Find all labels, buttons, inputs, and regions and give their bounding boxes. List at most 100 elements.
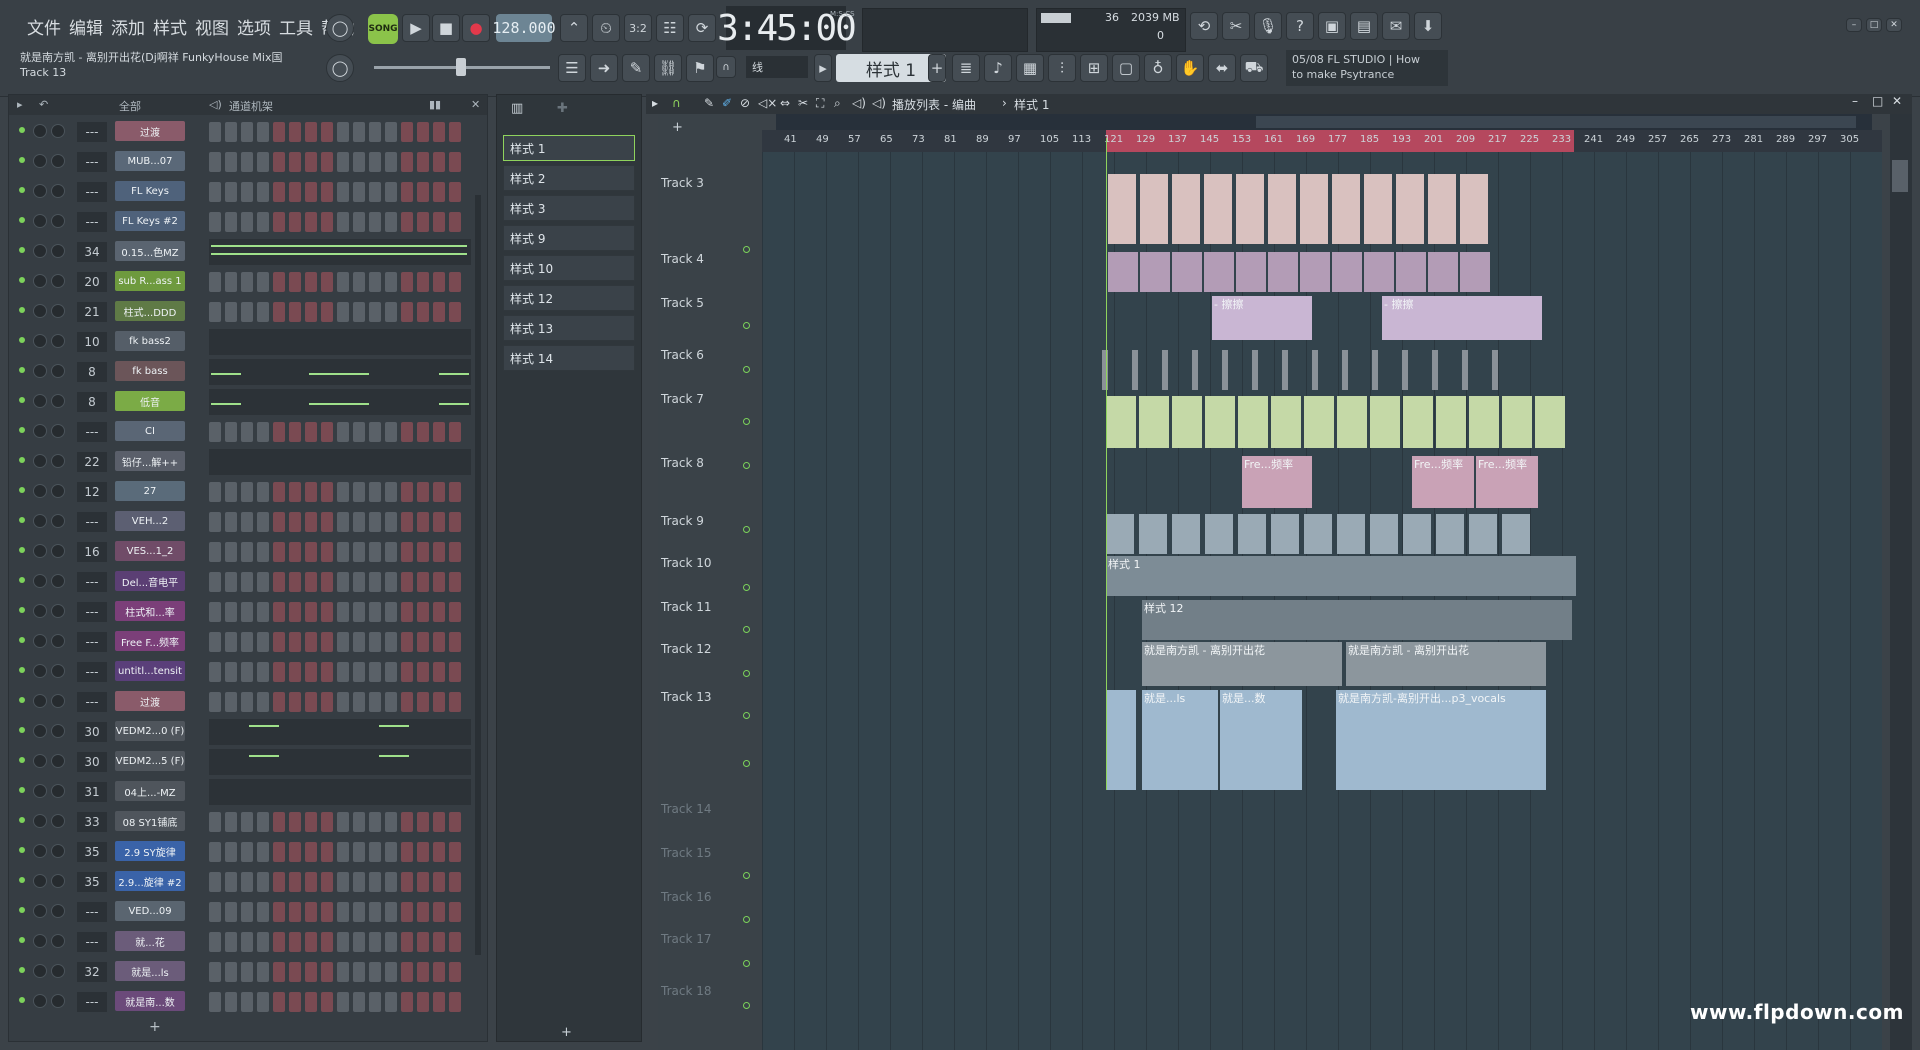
channel-name-button[interactable]: 就是...ls — [115, 961, 185, 981]
track-name[interactable]: Track 16 — [661, 890, 711, 904]
step-button[interactable] — [337, 512, 349, 532]
track-name[interactable]: Track 8 — [661, 456, 704, 470]
channel-pan-knob[interactable] — [33, 904, 47, 918]
step-button[interactable] — [401, 152, 413, 172]
step-button[interactable] — [305, 542, 317, 562]
step-edit-icon[interactable]: ☷ — [656, 14, 684, 42]
step-button[interactable] — [353, 842, 365, 862]
channel-name-button[interactable]: FL Keys #2 — [115, 211, 185, 231]
step-button[interactable] — [257, 482, 269, 502]
channel-pan-knob[interactable] — [33, 424, 47, 438]
channel-row[interactable]: 35 2.9 SY旋律 — [9, 837, 487, 865]
step-button[interactable] — [209, 542, 221, 562]
export-icon[interactable]: ⬇ — [1414, 12, 1442, 40]
render-icon[interactable]: ▤ — [1350, 12, 1378, 40]
channel-pan-knob[interactable] — [33, 964, 47, 978]
mixer-track-number[interactable]: 8 — [77, 362, 107, 382]
step-button[interactable] — [273, 272, 285, 292]
channel-enable-led[interactable] — [19, 547, 25, 553]
step-button[interactable] — [273, 152, 285, 172]
audio-clip[interactable] — [1403, 514, 1431, 554]
step-button[interactable] — [449, 932, 461, 952]
step-button[interactable] — [209, 692, 221, 712]
picker-audio-icon[interactable]: ✚ — [557, 101, 568, 116]
step-button[interactable] — [241, 962, 253, 982]
step-button[interactable] — [305, 122, 317, 142]
mixer-track-number[interactable]: 21 — [77, 302, 107, 322]
step-button[interactable] — [273, 572, 285, 592]
automation-clip[interactable] — [1252, 350, 1258, 390]
step-button[interactable] — [225, 512, 237, 532]
channel-name-button[interactable]: 柱式...DDD — [115, 301, 185, 321]
channel-row[interactable]: --- Del...音电平 — [9, 567, 487, 595]
record-button[interactable]: ● — [462, 14, 490, 42]
plugin-icon[interactable]: ♁ — [1144, 54, 1172, 82]
step-button[interactable] — [289, 962, 301, 982]
automation-clip[interactable] — [1432, 350, 1438, 390]
audio-clip[interactable]: 就是南方凯-离别开出...p3_vocals — [1336, 690, 1546, 790]
browser-icon[interactable]: ⊞ — [1080, 54, 1108, 82]
step-button[interactable] — [369, 182, 381, 202]
step-button[interactable] — [209, 422, 221, 442]
step-button[interactable] — [401, 842, 413, 862]
step-button[interactable] — [417, 422, 429, 442]
menu-options[interactable]: 选项 — [234, 12, 274, 41]
channel-volume-knob[interactable] — [51, 754, 65, 768]
channel-name-button[interactable]: CI — [115, 421, 185, 441]
step-button[interactable] — [369, 542, 381, 562]
channel-volume-knob[interactable] — [51, 154, 65, 168]
channel-name-button[interactable]: VEDM2...0 (F) — [115, 721, 185, 741]
channel-volume-knob[interactable] — [51, 694, 65, 708]
step-button[interactable] — [449, 602, 461, 622]
step-button[interactable] — [369, 512, 381, 532]
step-button[interactable] — [433, 602, 445, 622]
automation-clip[interactable] — [1192, 350, 1198, 390]
pattern-clip[interactable] — [1460, 252, 1490, 292]
menu-edit[interactable]: 编辑 — [66, 12, 106, 41]
delete-tool-icon[interactable]: ⊘ — [740, 96, 750, 110]
channel-enable-led[interactable] — [19, 217, 25, 223]
step-button[interactable] — [433, 962, 445, 982]
channel-row[interactable]: 32 就是...ls — [9, 957, 487, 985]
mixer-track-number[interactable]: --- — [77, 212, 107, 232]
pattern-clip[interactable] — [1300, 252, 1330, 292]
link-icon[interactable]: ⛓ — [654, 54, 682, 82]
step-button[interactable] — [289, 422, 301, 442]
step-button[interactable] — [225, 422, 237, 442]
step-button[interactable] — [321, 932, 333, 952]
channel-enable-led[interactable] — [19, 847, 25, 853]
add-track-icon[interactable]: + — [672, 120, 683, 135]
channel-row[interactable]: --- 过渡 — [9, 117, 487, 145]
step-button[interactable] — [401, 272, 413, 292]
step-button[interactable] — [305, 932, 317, 952]
step-button[interactable] — [337, 602, 349, 622]
audio-clip[interactable] — [1502, 514, 1530, 554]
step-button[interactable] — [209, 302, 221, 322]
channel-enable-led[interactable] — [19, 757, 25, 763]
channel-pan-knob[interactable] — [33, 874, 47, 888]
step-button[interactable] — [209, 152, 221, 172]
channel-enable-led[interactable] — [19, 397, 25, 403]
channel-pan-knob[interactable] — [33, 814, 47, 828]
pattern-clip[interactable] — [1268, 252, 1298, 292]
step-button[interactable] — [353, 302, 365, 322]
step-button[interactable] — [273, 482, 285, 502]
slip-tool-icon[interactable]: ⇔ — [780, 96, 790, 110]
track-enable-dot[interactable] — [743, 626, 750, 633]
pattern-clip[interactable] — [1140, 252, 1170, 292]
step-button[interactable] — [289, 512, 301, 532]
step-button[interactable] — [321, 122, 333, 142]
channel-enable-led[interactable] — [19, 817, 25, 823]
step-button[interactable] — [225, 872, 237, 892]
automation-clip[interactable] — [1282, 350, 1288, 390]
stop-button[interactable]: ■ — [432, 14, 460, 42]
mixer-track-number[interactable]: --- — [77, 422, 107, 442]
undo-history-icon[interactable]: ⟲ — [1190, 12, 1218, 40]
step-button[interactable] — [433, 842, 445, 862]
step-button[interactable] — [321, 212, 333, 232]
step-button[interactable] — [385, 632, 397, 652]
channel-name-button[interactable]: MUB...07 — [115, 151, 185, 171]
step-button[interactable] — [385, 662, 397, 682]
step-button[interactable] — [321, 152, 333, 172]
channel-row[interactable]: 34 0.15...色MZ — [9, 237, 487, 265]
